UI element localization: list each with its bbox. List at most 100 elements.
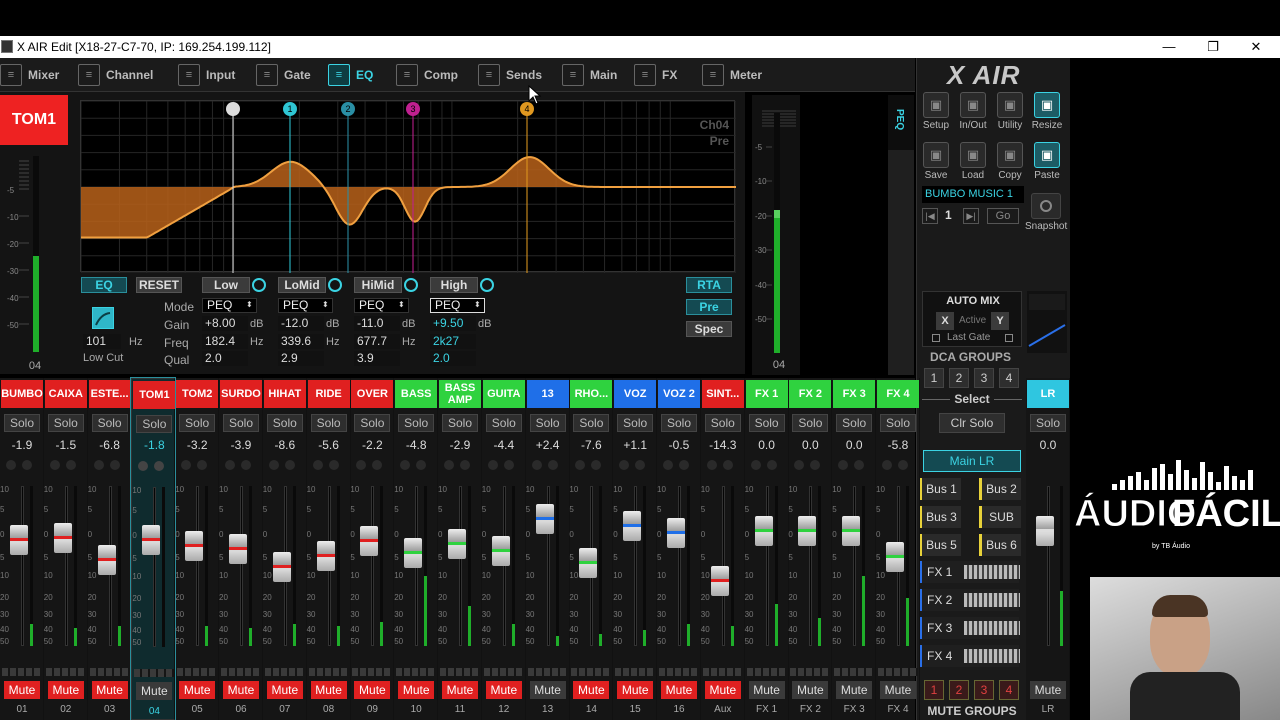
bus-bus6-button[interactable]: Bus 6	[979, 534, 1021, 556]
fx-3-button[interactable]: FX 3	[919, 617, 1020, 639]
band-0-power-icon[interactable]	[252, 278, 266, 292]
bus-bus3-button[interactable]: Bus 3	[919, 506, 961, 528]
close-button[interactable]: ✕	[1245, 37, 1267, 57]
dca-3-button[interactable]: 3	[974, 368, 994, 388]
strip-name[interactable]: FX 1	[745, 380, 788, 408]
strip-name[interactable]: RHO...	[570, 380, 613, 408]
clear-solo-button[interactable]: Clr Solo	[939, 413, 1005, 433]
lastgate-checkbox[interactable]	[932, 334, 940, 342]
mute-group-3-button[interactable]: 3	[974, 680, 994, 700]
tab-input[interactable]: ≡ Input	[178, 62, 258, 88]
lr-solo-button[interactable]: Solo	[1030, 414, 1066, 432]
band-himid-button[interactable]: HiMid	[354, 277, 402, 293]
fx-1-button[interactable]: FX 1	[919, 561, 1020, 583]
tab-channel[interactable]: ≡ Channel	[78, 62, 158, 88]
fader-cap[interactable]	[360, 526, 379, 557]
band-low-button[interactable]: Low	[202, 277, 250, 293]
bus-sub-button[interactable]: SUB	[979, 506, 1021, 528]
mute-button[interactable]: Mute	[266, 681, 303, 699]
eq-band-handle-0[interactable]	[226, 102, 240, 116]
strip-name[interactable]: RIDE	[307, 380, 350, 408]
load-button[interactable]: ▣ Load	[957, 142, 989, 181]
strip-name[interactable]: TOM2	[176, 380, 219, 408]
save-button[interactable]: ▣ Save	[920, 142, 952, 181]
tab-main[interactable]: ≡ Main	[562, 62, 642, 88]
fader-cap[interactable]	[886, 541, 904, 572]
band-3-q-field[interactable]: 2.0	[430, 351, 476, 366]
lowcut-frequency-field[interactable]: 101	[83, 334, 121, 349]
mute-button[interactable]: Mute	[136, 682, 173, 700]
main-lr-button[interactable]: Main LR	[923, 450, 1021, 472]
fader-cap[interactable]	[229, 533, 247, 564]
mute-button[interactable]: Mute	[4, 681, 40, 699]
pre-button[interactable]: Pre	[686, 299, 732, 315]
mute-button[interactable]: Mute	[223, 681, 259, 699]
solo-button[interactable]: Solo	[573, 414, 610, 432]
solo-button[interactable]: Solo	[748, 414, 785, 432]
mute-button[interactable]: Mute	[91, 681, 128, 699]
fader-track[interactable]	[21, 486, 24, 646]
fader-track[interactable]	[809, 486, 813, 646]
solo-button[interactable]: Solo	[442, 414, 478, 432]
solo-button[interactable]: Solo	[880, 414, 916, 432]
band-2-q-field[interactable]: 3.9	[354, 351, 400, 366]
fader-cap[interactable]	[10, 524, 28, 555]
solo-button[interactable]: Solo	[398, 414, 435, 432]
snapshot-prev-icon[interactable]: |◀	[922, 208, 938, 224]
snapshot-go-button[interactable]: Go	[987, 208, 1019, 224]
band-high-button[interactable]: High	[430, 277, 478, 293]
fader-track[interactable]	[371, 486, 375, 646]
solo-button[interactable]: Solo	[354, 414, 391, 432]
automix-y-button[interactable]: Y	[991, 312, 1009, 330]
mute-group-1-button[interactable]: 1	[924, 680, 944, 700]
solo-button[interactable]: Solo	[223, 414, 259, 432]
mute-button[interactable]: Mute	[442, 681, 478, 699]
camera-icon[interactable]	[1031, 193, 1061, 219]
fader-cap[interactable]	[272, 551, 291, 582]
fader-track[interactable]	[153, 487, 157, 647]
snapshot-next-icon[interactable]: ▶|	[963, 208, 979, 224]
tab-gate[interactable]: ≡ Gate	[256, 62, 336, 88]
mute-button[interactable]: Mute	[485, 681, 522, 699]
fader-cap[interactable]	[448, 529, 466, 560]
tab-mixer[interactable]: ≡ Mixer	[0, 62, 80, 88]
band-1-q-field[interactable]: 2.9	[278, 351, 324, 366]
tab-meter[interactable]: ≡ Meter	[702, 62, 782, 88]
solo-button[interactable]: Solo	[661, 414, 697, 432]
fader-cap[interactable]	[754, 516, 773, 546]
fader-track[interactable]	[64, 486, 68, 646]
solo-button[interactable]: Solo	[529, 414, 566, 432]
fader-cap[interactable]	[798, 516, 817, 546]
strip-name[interactable]: GUITA	[482, 380, 525, 408]
band-1-gain-field[interactable]: -12.0	[278, 316, 324, 331]
fx-2-button[interactable]: FX 2	[919, 589, 1020, 611]
band-lomid-button[interactable]: LoMid	[278, 277, 326, 293]
band-3-freq-field[interactable]: 2k27	[430, 334, 476, 349]
resize-button[interactable]: ▣ Resize	[1031, 92, 1063, 131]
solo-button[interactable]: Solo	[836, 414, 873, 432]
fader-track[interactable]	[240, 486, 243, 646]
lr-mute-button[interactable]: Mute	[1030, 681, 1066, 699]
mute-button[interactable]: Mute	[792, 681, 829, 699]
lr-fader-track[interactable]	[1047, 486, 1050, 646]
lr-fader-cap[interactable]	[1036, 516, 1054, 546]
mute-button[interactable]: Mute	[661, 681, 697, 699]
eq-reset-button[interactable]: RESET	[136, 277, 182, 293]
mute-group-2-button[interactable]: 2	[949, 680, 969, 700]
mute-button[interactable]: Mute	[529, 681, 566, 699]
fader-cap[interactable]	[623, 510, 642, 541]
band-1-freq-field[interactable]: 339.6	[278, 334, 324, 349]
dca-2-button[interactable]: 2	[949, 368, 969, 388]
mute-button[interactable]: Mute	[704, 681, 741, 699]
bus-bus1-button[interactable]: Bus 1	[919, 478, 961, 500]
strip-name[interactable]: HIHAT	[263, 380, 306, 408]
fader-cap[interactable]	[579, 548, 598, 579]
strip-name[interactable]: OVER	[351, 380, 394, 408]
strip-name[interactable]: FX 4	[877, 380, 919, 408]
fader-track[interactable]	[196, 486, 200, 646]
solo-button[interactable]: Solo	[179, 414, 216, 432]
fader-track[interactable]	[853, 486, 857, 646]
band-0-q-field[interactable]: 2.0	[202, 351, 248, 366]
mute-button[interactable]: Mute	[617, 681, 654, 699]
restore-button[interactable]: ❐	[1202, 37, 1224, 57]
